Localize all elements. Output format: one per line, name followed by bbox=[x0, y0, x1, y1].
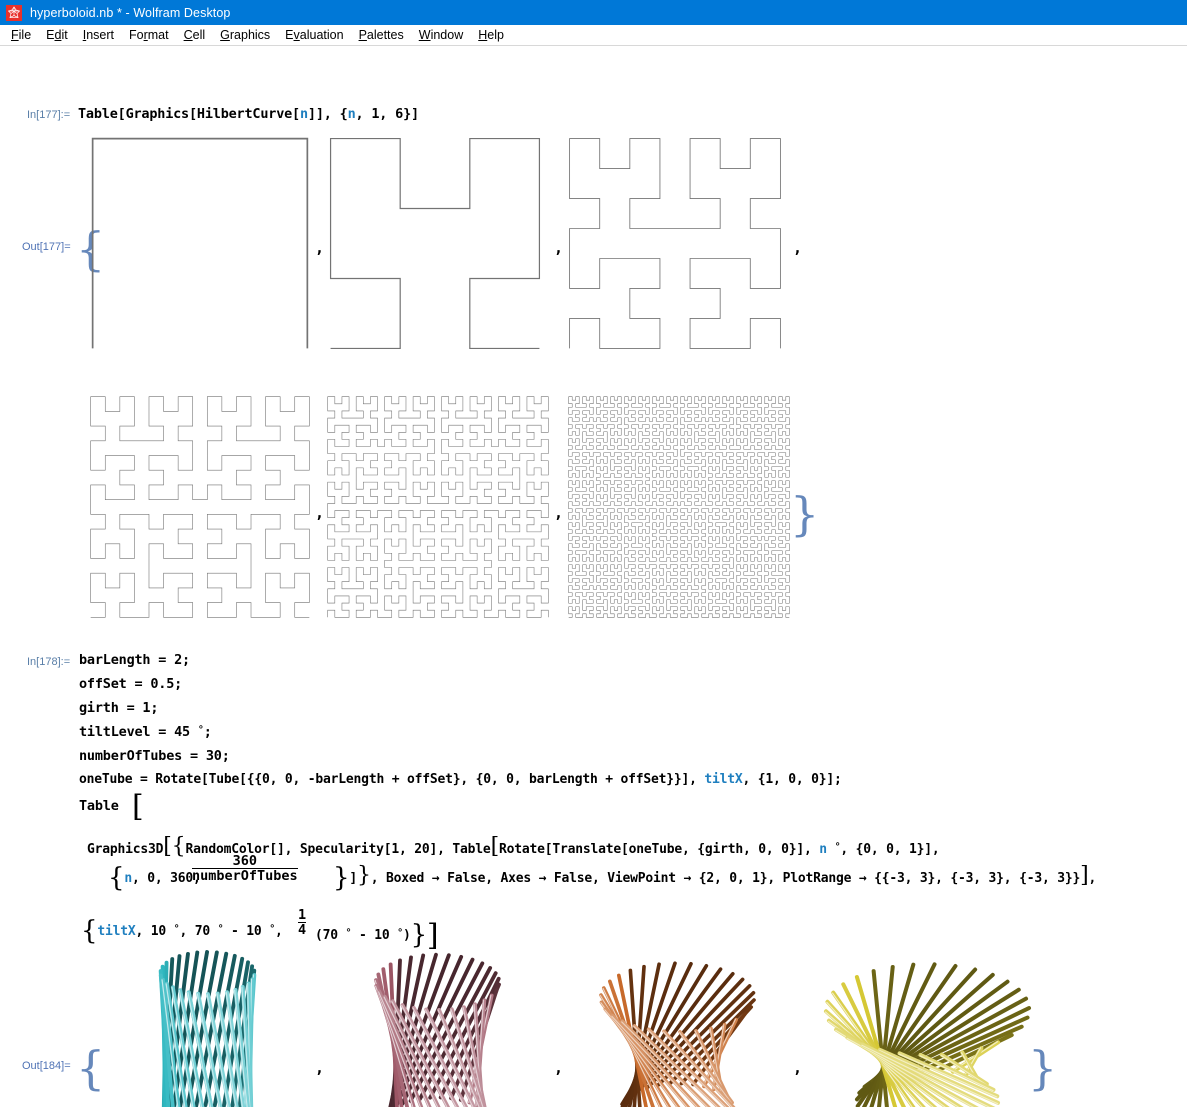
fraction-360-over-numberOfTubes: 360 numberOfTubes bbox=[192, 854, 298, 883]
fraction-one-quarter: 1 4 bbox=[298, 907, 307, 939]
input-178-line-onetube[interactable]: oneTube = Rotate[Tube[{{0, 0, -barLength… bbox=[79, 772, 842, 787]
menu-help[interactable]: Help bbox=[471, 27, 512, 43]
notebook-canvas[interactable]: In[177]:= Table[Graphics[HilbertCurve[n]… bbox=[0, 46, 1187, 1107]
wolfram-spikey-icon bbox=[6, 4, 22, 21]
window-title-bar: hyperboloid.nb * - Wolfram Desktop bbox=[0, 0, 1187, 25]
output-177-sep-2: , bbox=[554, 239, 564, 257]
input-178-line-iterator-end[interactable]: (70 ° - 10 °)}] bbox=[315, 912, 439, 953]
hilbert-curve-order-3[interactable] bbox=[567, 136, 783, 351]
hilbert-curve-order-5[interactable] bbox=[325, 394, 551, 620]
output-177-sep-1: , bbox=[315, 239, 325, 257]
output-184-sep-3: , bbox=[793, 1059, 803, 1077]
menu-file-rest: ile bbox=[18, 28, 32, 42]
hilbert-curve-order-1[interactable] bbox=[90, 136, 310, 351]
output-177-sep-3: , bbox=[793, 239, 803, 257]
window-title: hyperboloid.nb * - Wolfram Desktop bbox=[30, 5, 231, 20]
menu-edit[interactable]: Edit bbox=[39, 27, 76, 43]
cell-label-in-177[interactable]: In[177]:= bbox=[27, 109, 70, 121]
output-184-close-brace: } bbox=[1028, 1041, 1058, 1095]
hilbert-curve-order-2[interactable] bbox=[328, 136, 542, 351]
menu-palettes[interactable]: Palettes bbox=[352, 27, 412, 43]
input-178-line-1[interactable]: barLength = 2; bbox=[79, 652, 190, 668]
fraction-denominator: numberOfTubes bbox=[192, 868, 298, 885]
hilbert-curve-order-6[interactable] bbox=[566, 394, 792, 620]
input-cell-177-code[interactable]: Table[Graphics[HilbertCurve[n]], {n, 1, … bbox=[78, 106, 419, 122]
input-178-line-5[interactable]: numberOfTubes = 30; bbox=[79, 748, 230, 764]
input-178-line-2[interactable]: offSet = 0.5; bbox=[79, 676, 182, 692]
menu-bar: File Edit Insert Format Cell Graphics Ev… bbox=[0, 25, 1187, 46]
menu-insert[interactable]: Insert bbox=[76, 27, 122, 43]
menu-file[interactable]: File bbox=[4, 27, 39, 43]
fraction-denominator-2: 4 bbox=[298, 922, 307, 939]
fraction-numerator: 360 bbox=[232, 853, 258, 869]
menu-graphics[interactable]: Graphics bbox=[213, 27, 278, 43]
fraction-numerator-2: 1 bbox=[298, 907, 307, 923]
input-178-line-3[interactable]: girth = 1; bbox=[79, 700, 158, 716]
input-178-line-options[interactable]: }]}, Boxed → False, Axes → False, ViewPo… bbox=[333, 859, 1096, 893]
cell-label-out-184[interactable]: Out[184]= bbox=[22, 1060, 71, 1072]
hilbert-curve-order-4[interactable] bbox=[88, 394, 312, 620]
menu-format[interactable]: Format bbox=[122, 27, 177, 43]
output-177-sep-4: , bbox=[315, 504, 325, 522]
input-178-line-4[interactable]: tiltLevel = 45 °; bbox=[79, 724, 212, 740]
hyperboloid-tilt-40[interactable] bbox=[595, 946, 760, 1107]
menu-cell[interactable]: Cell bbox=[177, 27, 214, 43]
cell-label-in-178[interactable]: In[178]:= bbox=[27, 656, 70, 668]
output-184-sep-2: , bbox=[554, 1059, 564, 1077]
hyperboloid-tilt-55[interactable] bbox=[820, 946, 1035, 1107]
input-178-line-iterator-n-open[interactable]: {n, 0, 360, bbox=[108, 859, 201, 893]
input-178-line-iterator-tiltx[interactable]: {tiltX, 10 °, 70 ° - 10 °, bbox=[81, 912, 283, 946]
cell-label-out-177[interactable]: Out[177]= bbox=[22, 241, 71, 253]
hyperboloid-tilt-25[interactable] bbox=[370, 946, 505, 1107]
menu-evaluation[interactable]: Evaluation bbox=[278, 27, 351, 43]
input-178-line-table-open[interactable]: Table bbox=[79, 798, 119, 814]
hyperboloid-tilt-10[interactable] bbox=[140, 946, 275, 1107]
output-177-close-brace: } bbox=[790, 487, 820, 541]
output-177-sep-5: , bbox=[554, 504, 564, 522]
output-184-sep-1: , bbox=[315, 1059, 325, 1077]
table-open-bracket: [ bbox=[132, 789, 144, 824]
output-184-open-brace: { bbox=[76, 1041, 106, 1095]
menu-window[interactable]: Window bbox=[412, 27, 471, 43]
